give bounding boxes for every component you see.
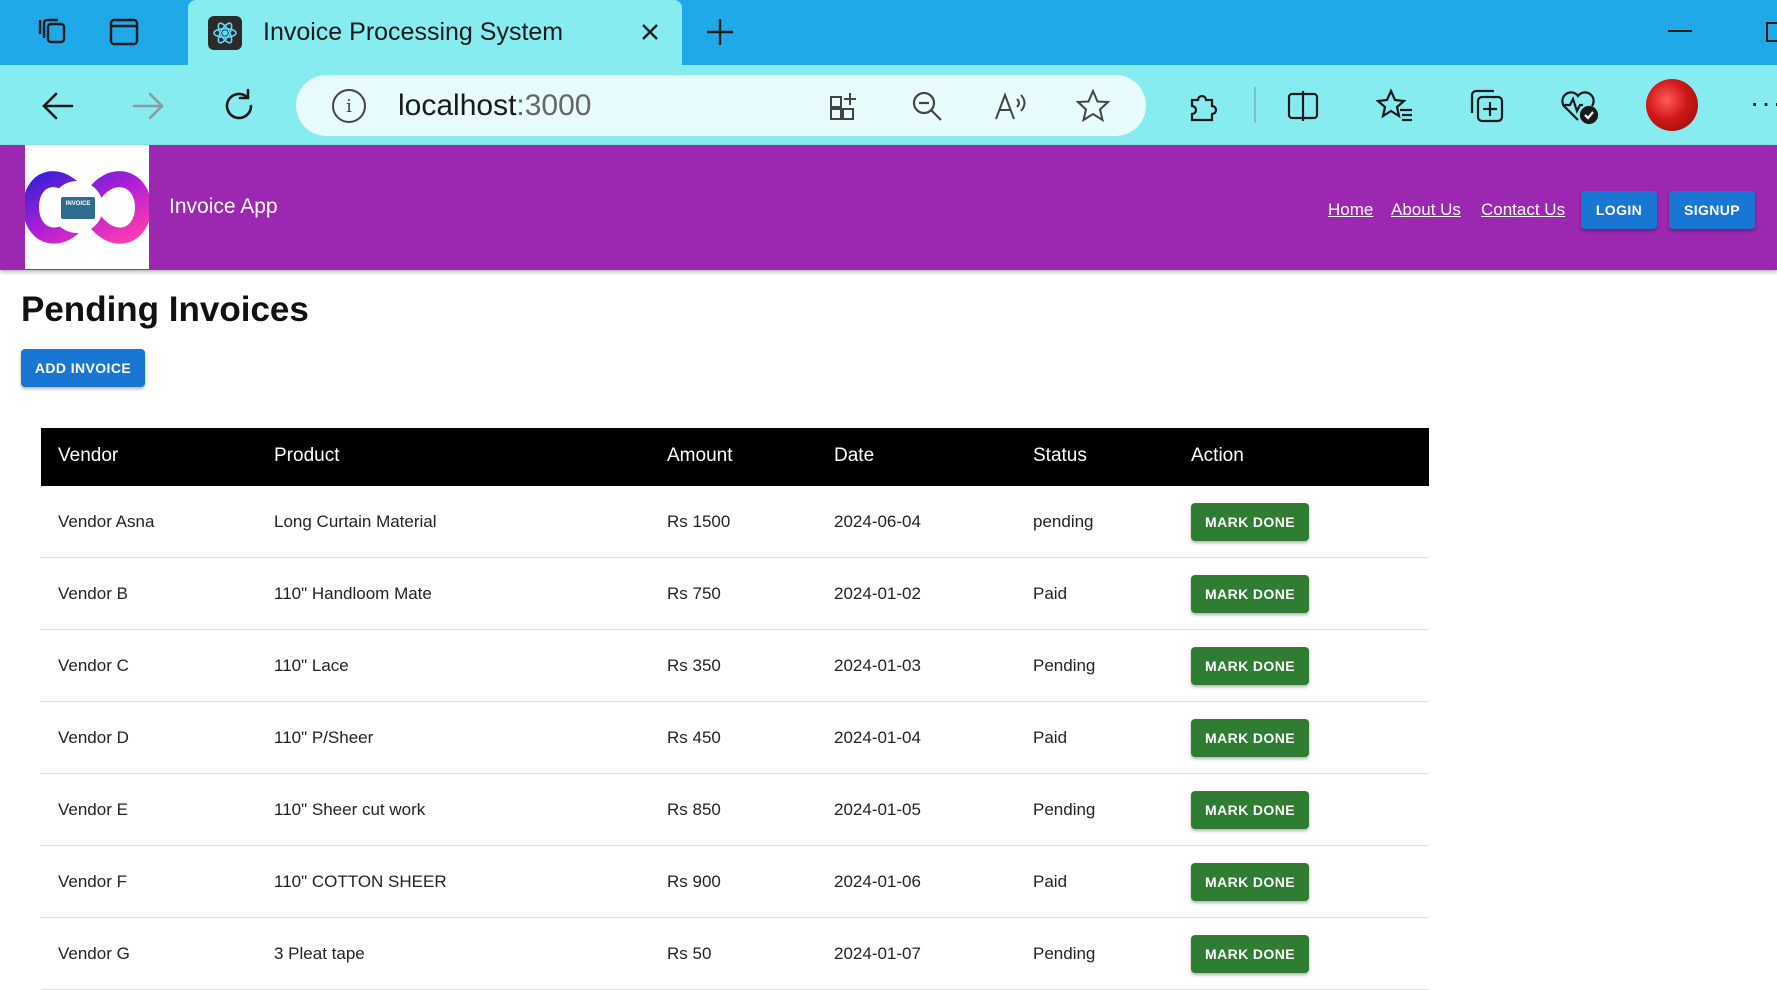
table-row: Vendor G 3 Pleat tape Rs 50 2024-01-07 P…	[41, 918, 1429, 990]
page-title: Pending Invoices	[21, 290, 309, 329]
table-row: Vendor F 110" COTTON SHEER Rs 900 2024-0…	[41, 846, 1429, 918]
back-icon[interactable]	[35, 83, 81, 129]
table-row: Vendor Asna Long Curtain Material Rs 150…	[41, 486, 1429, 558]
mark-done-button[interactable]: MARK DONE	[1191, 791, 1309, 829]
cell-date: 2024-06-04	[834, 512, 921, 531]
cell-vendor: Vendor F	[58, 872, 127, 891]
vertical-tabs-icon[interactable]	[104, 12, 144, 52]
collections-icon[interactable]	[1464, 83, 1510, 129]
login-button[interactable]: LOGIN	[1581, 191, 1657, 229]
cell-date: 2024-01-03	[834, 656, 921, 675]
app-title: Invoice App	[169, 195, 278, 218]
browser-tab-bar: Invoice Processing System	[0, 0, 1777, 65]
cell-amount: Rs 1500	[667, 512, 731, 531]
column-header-vendor: Vendor	[58, 445, 119, 466]
site-info-icon[interactable]: i	[332, 89, 366, 123]
cell-amount: Rs 350	[667, 656, 721, 675]
invoice-table: Vendor Product Amount Date Status Action…	[41, 428, 1429, 990]
mark-done-button[interactable]: MARK DONE	[1191, 863, 1309, 901]
signup-button[interactable]: SIGNUP	[1669, 191, 1755, 229]
table-row: Vendor D 110" P/Sheer Rs 450 2024-01-04 …	[41, 702, 1429, 774]
cell-status: Paid	[1033, 584, 1068, 603]
maximize-window-icon[interactable]	[1766, 22, 1777, 42]
close-tab-icon[interactable]	[636, 18, 664, 46]
minimize-window-icon[interactable]	[1668, 30, 1692, 32]
cell-vendor: Vendor B	[58, 584, 128, 603]
cell-status: Paid	[1033, 728, 1068, 747]
tab-title: Invoice Processing System	[263, 18, 564, 46]
cell-date: 2024-01-04	[834, 728, 921, 747]
favorite-star-icon[interactable]	[1074, 87, 1112, 125]
cell-status: Pending	[1033, 800, 1096, 819]
cell-status: Pending	[1033, 656, 1096, 675]
mark-done-button[interactable]: MARK DONE	[1191, 575, 1309, 613]
cell-product: 110" Lace	[274, 656, 349, 675]
extensions-icon[interactable]	[1180, 83, 1226, 129]
cell-product: 110" Sheer cut work	[274, 800, 426, 819]
browser-essentials-icon[interactable]	[1556, 83, 1602, 129]
profile-avatar[interactable]	[1646, 79, 1698, 131]
cell-vendor: Vendor Asna	[58, 512, 155, 531]
mark-done-button[interactable]: MARK DONE	[1191, 503, 1309, 541]
column-header-date: Date	[834, 445, 875, 466]
table-row: Vendor E 110" Sheer cut work Rs 850 2024…	[41, 774, 1429, 846]
app-available-icon[interactable]	[826, 87, 864, 125]
cell-product: 3 Pleat tape	[274, 944, 365, 963]
nav-link-about-us[interactable]: About Us	[1391, 200, 1461, 220]
url-port: :3000	[516, 89, 592, 122]
new-tab-icon[interactable]	[700, 12, 740, 52]
add-invoice-button[interactable]: ADD INVOICE	[21, 349, 145, 387]
cell-amount: Rs 900	[667, 872, 721, 891]
cell-amount: Rs 50	[667, 944, 712, 963]
nav-link-home[interactable]: Home	[1328, 200, 1373, 220]
url-text[interactable]: localhost:3000	[398, 89, 591, 123]
toolbar-separator	[1254, 87, 1256, 123]
cell-amount: Rs 750	[667, 584, 721, 603]
browser-toolbar: i localhost:3000 ··	[0, 65, 1777, 145]
mark-done-button[interactable]: MARK DONE	[1191, 647, 1309, 685]
more-menu-icon[interactable]: ···	[1750, 87, 1777, 119]
cell-vendor: Vendor G	[58, 944, 130, 963]
table-row: Vendor B 110" Handloom Mate Rs 750 2024-…	[41, 558, 1429, 630]
table-row: Vendor C 110" Lace Rs 350 2024-01-03 Pen…	[41, 630, 1429, 702]
cell-vendor: Vendor D	[58, 728, 129, 747]
url-host: localhost	[398, 89, 517, 122]
workspaces-icon[interactable]	[34, 12, 74, 52]
cell-product: 110" Handloom Mate	[274, 584, 432, 603]
react-icon	[208, 16, 242, 50]
cell-amount: Rs 850	[667, 800, 721, 819]
cell-date: 2024-01-05	[834, 800, 921, 819]
cell-vendor: Vendor C	[58, 656, 129, 675]
cell-date: 2024-01-02	[834, 584, 921, 603]
cell-status: Pending	[1033, 944, 1096, 963]
cell-date: 2024-01-07	[834, 944, 921, 963]
cell-vendor: Vendor E	[58, 800, 128, 819]
refresh-icon[interactable]	[216, 83, 262, 129]
split-screen-icon[interactable]	[1280, 83, 1326, 129]
cell-amount: Rs 450	[667, 728, 721, 747]
column-header-status: Status	[1033, 445, 1087, 466]
read-aloud-icon[interactable]	[992, 87, 1030, 125]
table-header: Vendor Product Amount Date Status Action	[41, 428, 1429, 486]
cell-status: Paid	[1033, 872, 1068, 891]
mark-done-button[interactable]: MARK DONE	[1191, 935, 1309, 973]
column-header-action: Action	[1191, 445, 1244, 466]
column-header-amount: Amount	[667, 445, 733, 466]
favorites-icon[interactable]	[1372, 83, 1418, 129]
cell-product: Long Curtain Material	[274, 512, 437, 531]
forward-icon[interactable]	[125, 83, 171, 129]
mark-done-button[interactable]: MARK DONE	[1191, 719, 1309, 757]
app-logo: INVOICE	[25, 145, 149, 269]
zoom-out-icon[interactable]	[908, 87, 946, 125]
nav-link-contact-us[interactable]: Contact Us	[1481, 200, 1565, 220]
active-tab[interactable]: Invoice Processing System	[188, 0, 682, 65]
app-header: INVOICE Invoice App Home About Us Contac…	[0, 145, 1777, 270]
address-bar[interactable]: i localhost:3000	[296, 75, 1146, 136]
logo-text: INVOICE	[66, 201, 91, 207]
column-header-product: Product	[274, 445, 340, 466]
cell-product: 110" COTTON SHEER	[274, 872, 447, 891]
cell-date: 2024-01-06	[834, 872, 921, 891]
cell-status: pending	[1033, 512, 1094, 531]
cell-product: 110" P/Sheer	[274, 728, 374, 747]
